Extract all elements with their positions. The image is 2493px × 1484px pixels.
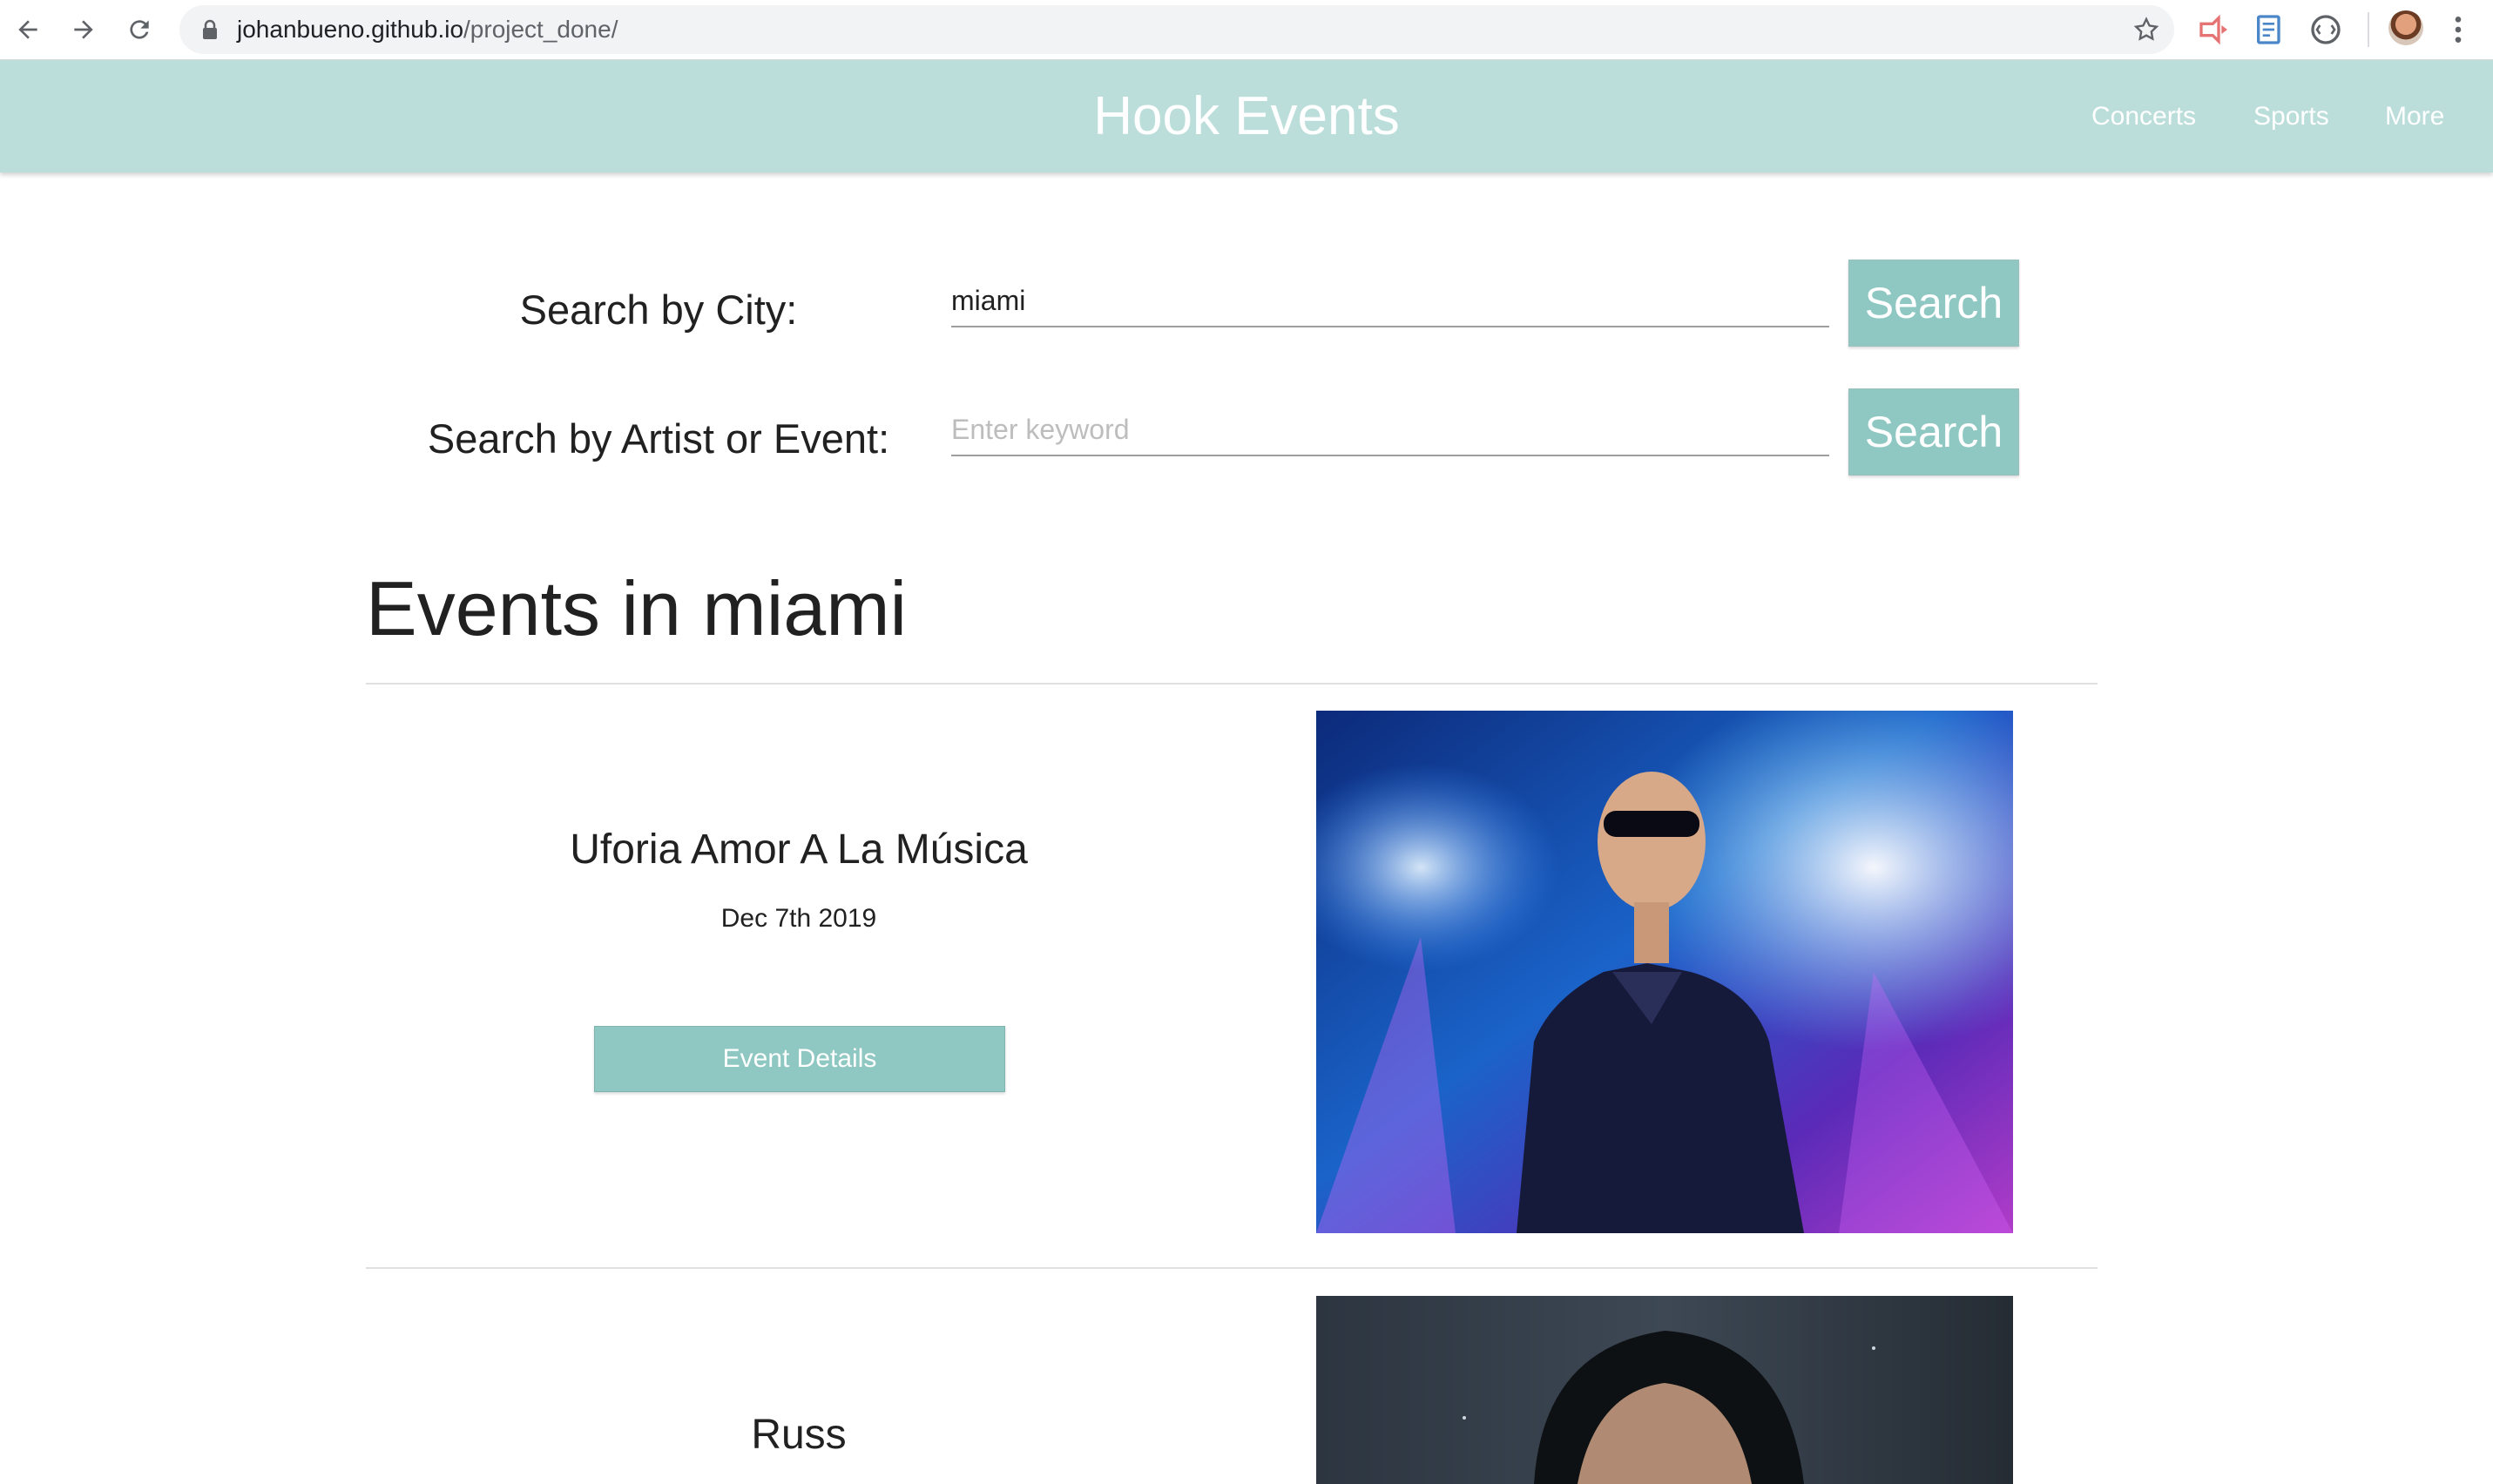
event-details-button[interactable]: Event Details: [594, 1026, 1005, 1092]
keyword-search-input[interactable]: [951, 404, 1829, 456]
toolbar-separator: [2368, 12, 2369, 47]
profile-avatar[interactable]: [2388, 10, 2423, 45]
more-vertical-icon[interactable]: [2448, 12, 2469, 47]
nav-sports[interactable]: Sports: [2253, 60, 2329, 172]
results-divider: [366, 683, 2098, 685]
city-search-button[interactable]: Search: [1848, 260, 2019, 347]
url-text: johanbueno.github.io/project_done/: [237, 5, 618, 54]
nav-more[interactable]: More: [2385, 60, 2444, 172]
event-image[interactable]: [1316, 711, 2013, 1233]
star-icon[interactable]: [2132, 16, 2160, 44]
extension-icon[interactable]: [2197, 12, 2232, 47]
forward-arrow-icon[interactable]: [63, 9, 105, 51]
event-image[interactable]: [1316, 1296, 2013, 1484]
results-heading: Events in miami: [366, 565, 908, 651]
url-path: /project_done/: [463, 16, 618, 43]
event-date: Dec 7th 2019: [720, 904, 877, 933]
city-search-label: Search by City:: [519, 287, 798, 333]
back-arrow-icon[interactable]: [7, 9, 49, 51]
lock-icon: [203, 19, 217, 39]
city-search-input[interactable]: [951, 275, 1829, 327]
address-bar[interactable]: johanbueno.github.io/project_done/: [179, 5, 2174, 54]
extension-icon[interactable]: [2253, 12, 2287, 47]
event-divider: [366, 1267, 2098, 1269]
keyword-search-button[interactable]: Search: [1848, 388, 2019, 476]
event-title: Russ: [751, 1412, 847, 1458]
extension-icon[interactable]: [2308, 12, 2343, 47]
url-host: johanbueno.github.io: [237, 16, 464, 43]
reload-icon[interactable]: [118, 9, 160, 51]
nav-concerts[interactable]: Concerts: [2091, 60, 2196, 172]
browser-toolbar: johanbueno.github.io/project_done/: [0, 0, 2493, 60]
site-header: Hook Events Concerts Sports More: [0, 60, 2493, 172]
event-title: Uforia Amor A La Música: [570, 826, 1028, 873]
keyword-search-label: Search by Artist or Event:: [427, 415, 890, 462]
